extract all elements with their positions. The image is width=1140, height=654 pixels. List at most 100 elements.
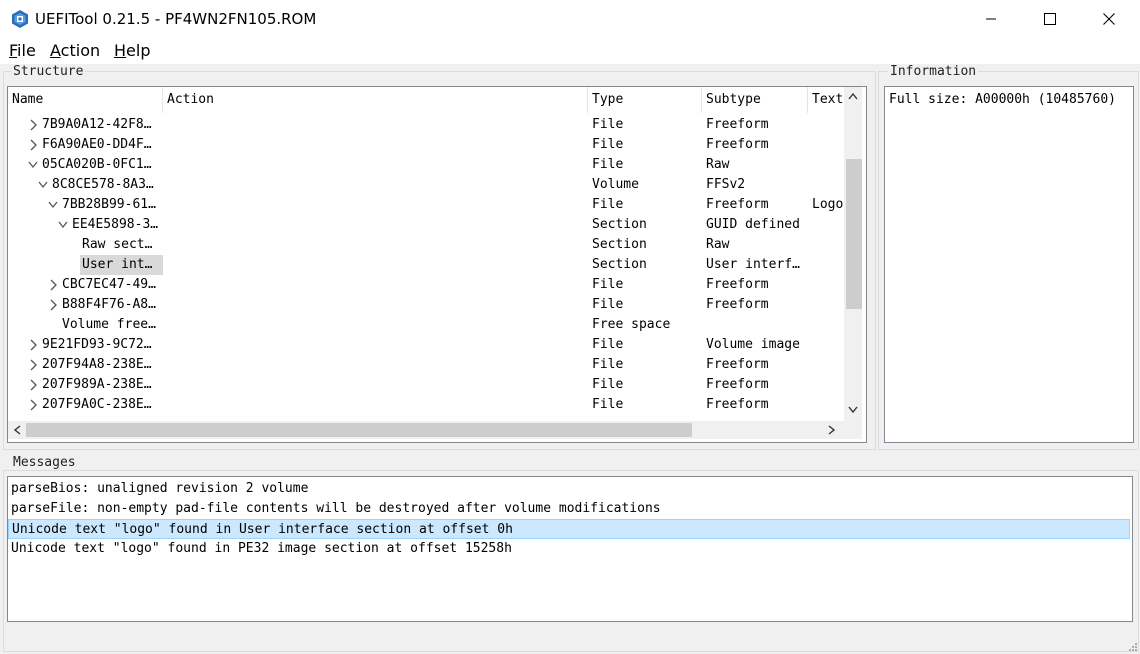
chevron-down-icon[interactable] xyxy=(28,159,38,171)
tree-row-type: Section xyxy=(592,217,647,232)
menu-file-label: ile xyxy=(17,41,36,60)
menu-action[interactable]: Action xyxy=(50,41,100,60)
messages-list[interactable]: parseBios: unaligned revision 2 volume pa… xyxy=(7,476,1133,622)
maximize-icon xyxy=(1044,13,1056,25)
tree-row-name[interactable]: EE4E5898-3… xyxy=(70,215,163,235)
tree-row[interactable]: User int… Section User interf… xyxy=(8,255,844,275)
tree-row-name-selected[interactable]: User int… xyxy=(80,255,163,275)
tree-horizontal-scrollbar[interactable] xyxy=(8,421,844,439)
structure-tree[interactable]: Name Action Type Subtype Text 7B9A0A12-4… xyxy=(7,86,867,443)
tree-row[interactable]: 7B9A0A12-42F8… File Freeform xyxy=(8,115,844,135)
tree-row[interactable]: 207F9A0C-238E… File Freeform xyxy=(8,395,844,415)
scroll-right-icon[interactable] xyxy=(828,425,836,435)
tree-row-subtype: Freeform xyxy=(706,117,769,132)
chevron-right-icon[interactable] xyxy=(28,399,38,411)
tree-row-name[interactable]: 05CA020B-0FC1… xyxy=(40,155,163,175)
tree-row-text xyxy=(812,275,844,295)
information-text: Full size: A00000h (10485760) xyxy=(889,92,1116,107)
information-panel[interactable]: Full size: A00000h (10485760) xyxy=(884,86,1134,443)
column-header-action[interactable]: Action xyxy=(163,87,588,113)
tree-row-type: File xyxy=(592,297,624,312)
tree-row-name[interactable]: F6A90AE0-DD4F… xyxy=(40,135,163,155)
minimize-button[interactable] xyxy=(962,0,1020,38)
tree-row-name[interactable]: 207F989A-238E… xyxy=(40,375,163,395)
tree-row-text xyxy=(812,295,844,315)
tree-row[interactable]: 207F989A-238E… File Freeform xyxy=(8,375,844,395)
tree-row-subtype: Freeform xyxy=(706,137,769,152)
menu-action-accel: A xyxy=(50,41,61,60)
tree-row[interactable]: Raw sect… Section Raw xyxy=(8,235,844,255)
tree-row-name[interactable]: Volume free… xyxy=(60,315,163,335)
scroll-down-icon[interactable] xyxy=(848,406,858,414)
tree-row-type: File xyxy=(592,277,624,292)
tree-row-subtype: Freeform xyxy=(706,297,769,312)
menu-help[interactable]: Help xyxy=(114,41,150,60)
tree-row-name[interactable]: CBC7EC47-49… xyxy=(60,275,163,295)
chevron-right-icon[interactable] xyxy=(28,119,38,131)
tree-row-type: File xyxy=(592,397,624,412)
tree-row-subtype: Raw xyxy=(706,237,730,252)
chevron-right-icon[interactable] xyxy=(28,359,38,371)
chevron-down-icon[interactable] xyxy=(48,199,58,211)
chevron-down-icon[interactable] xyxy=(38,179,48,191)
tree-row-name[interactable]: Raw sect… xyxy=(80,235,163,255)
scroll-corner xyxy=(844,421,862,439)
tree-rows: 7B9A0A12-42F8… File Freeform F6A90AE0-DD4F…… xyxy=(8,115,844,421)
tree-row[interactable]: 207F94A8-238E… File Freeform xyxy=(8,355,844,375)
chevron-right-icon[interactable] xyxy=(48,299,58,311)
tree-row-type: Free space xyxy=(592,317,671,332)
tree-row-text xyxy=(812,135,844,155)
title-bar[interactable]: UEFITool 0.21.5 - PF4WN2FN105.ROM xyxy=(0,0,1140,38)
chevron-right-icon[interactable] xyxy=(48,279,58,291)
column-header-subtype[interactable]: Subtype xyxy=(702,87,808,113)
tree-row[interactable]: EE4E5898-3… Section GUID defined xyxy=(8,215,844,235)
message-item-highlighted[interactable]: Unicode text "logo" found in User interf… xyxy=(8,519,1130,539)
chevron-right-icon[interactable] xyxy=(28,379,38,391)
tree-row[interactable]: 7BB28B99-61… File Freeform Logo xyxy=(8,195,844,215)
scroll-left-icon[interactable] xyxy=(13,425,21,435)
tree-row-name[interactable]: 7B9A0A12-42F8… xyxy=(40,115,163,135)
column-header-name[interactable]: Name xyxy=(8,87,163,113)
tree-row-type: File xyxy=(592,377,624,392)
tree-row-name[interactable]: 8C8CE578-8A3… xyxy=(50,175,163,195)
minimize-icon xyxy=(986,18,996,20)
uefitool-app-icon xyxy=(12,10,28,28)
message-item[interactable]: parseBios: unaligned revision 2 volume xyxy=(8,479,1130,499)
tree-row-text xyxy=(812,175,844,195)
tree-vertical-scrollbar[interactable] xyxy=(844,87,862,421)
tree-row[interactable]: 05CA020B-0FC1… File Raw xyxy=(8,155,844,175)
tree-row[interactable]: 8C8CE578-8A3… Volume FFSv2 xyxy=(8,175,844,195)
chevron-down-icon[interactable] xyxy=(58,219,68,231)
messages-group-label: Messages xyxy=(11,455,78,470)
message-item[interactable]: parseFile: non-empty pad-file contents w… xyxy=(8,499,1130,519)
tree-row[interactable]: F6A90AE0-DD4F… File Freeform xyxy=(8,135,844,155)
tree-row[interactable]: 9E21FD93-9C72… File Volume image xyxy=(8,335,844,355)
tree-row-subtype: FFSv2 xyxy=(706,177,746,192)
tree-row-name[interactable]: B88F4F76-A8… xyxy=(60,295,163,315)
tree-vertical-scroll-thumb[interactable] xyxy=(846,159,862,309)
maximize-button[interactable] xyxy=(1021,0,1079,38)
menu-file[interactable]: File xyxy=(9,41,36,60)
tree-row-text xyxy=(812,255,844,275)
resize-grip-icon[interactable] xyxy=(1126,640,1138,652)
tree-row-type: File xyxy=(592,137,624,152)
column-header-type[interactable]: Type xyxy=(588,87,702,113)
menu-action-label: ction xyxy=(60,41,101,60)
tree-horizontal-scroll-thumb[interactable] xyxy=(26,423,692,437)
menu-help-label: elp xyxy=(126,41,151,60)
chevron-right-icon[interactable] xyxy=(28,139,38,151)
tree-row[interactable]: Volume free… Free space xyxy=(8,315,844,335)
close-button[interactable] xyxy=(1080,0,1138,38)
message-item[interactable]: Unicode text "logo" found in PE32 image … xyxy=(8,539,1130,559)
tree-row-name[interactable]: 9E21FD93-9C72… xyxy=(40,335,163,355)
tree-row-subtype: Freeform xyxy=(706,197,769,212)
tree-row-subtype: User interf… xyxy=(706,257,800,272)
tree-row[interactable]: CBC7EC47-49… File Freeform xyxy=(8,275,844,295)
column-header-text[interactable]: Text xyxy=(808,87,844,113)
chevron-right-icon[interactable] xyxy=(28,339,38,351)
tree-row-name[interactable]: 207F94A8-238E… xyxy=(40,355,163,375)
tree-row-name[interactable]: 207F9A0C-238E… xyxy=(40,395,163,415)
tree-row-name[interactable]: 7BB28B99-61… xyxy=(60,195,163,215)
tree-row[interactable]: B88F4F76-A8… File Freeform xyxy=(8,295,844,315)
scroll-up-icon[interactable] xyxy=(848,92,858,100)
